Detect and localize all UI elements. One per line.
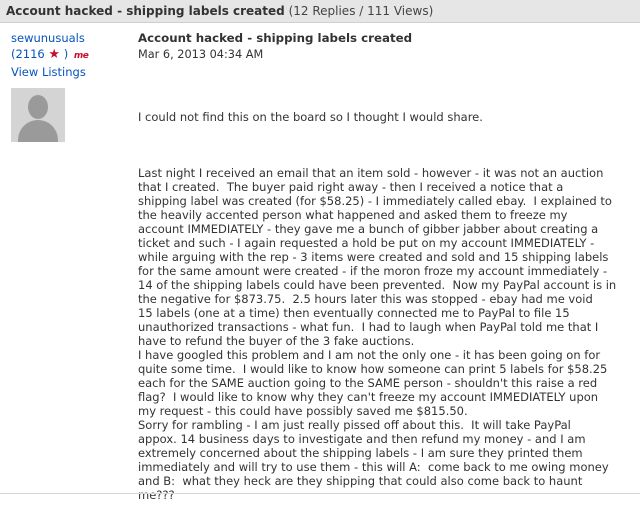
author-username-link[interactable]: sewunusuals (11, 31, 129, 46)
author-panel: sewunusuals (2116 ★ ) me View Listings (11, 31, 129, 142)
post-divider (0, 493, 640, 494)
thread-reply-view-count: (12 Replies / 111 Views) (288, 4, 434, 18)
thread-title: Account hacked - shipping labels created (6, 4, 285, 18)
post-content: Account hacked - shipping labels created… (138, 31, 630, 530)
post-timestamp: Mar 6, 2013 04:34 AM (138, 48, 264, 61)
feedback-close: ) (60, 47, 69, 61)
thread-header: Account hacked - shipping labels created… (0, 0, 640, 23)
default-avatar-icon (11, 88, 65, 142)
post-paragraph: Last night I received an email that an i… (138, 166, 617, 502)
forum-post: sewunusuals (2116 ★ ) me View Listings A… (0, 23, 640, 502)
post-title: Account hacked - shipping labels created (138, 31, 413, 45)
post-paragraph: I could not find this on the board so I … (138, 110, 483, 124)
feedback-open: (2116 (11, 47, 49, 61)
feedback-score[interactable]: (2116 ★ ) me (11, 46, 129, 64)
post-body: I could not find this on the board so I … (138, 82, 630, 530)
me-page-icon[interactable]: me (74, 48, 89, 64)
star-icon: ★ (48, 47, 61, 62)
view-listings-link[interactable]: View Listings (11, 65, 129, 80)
